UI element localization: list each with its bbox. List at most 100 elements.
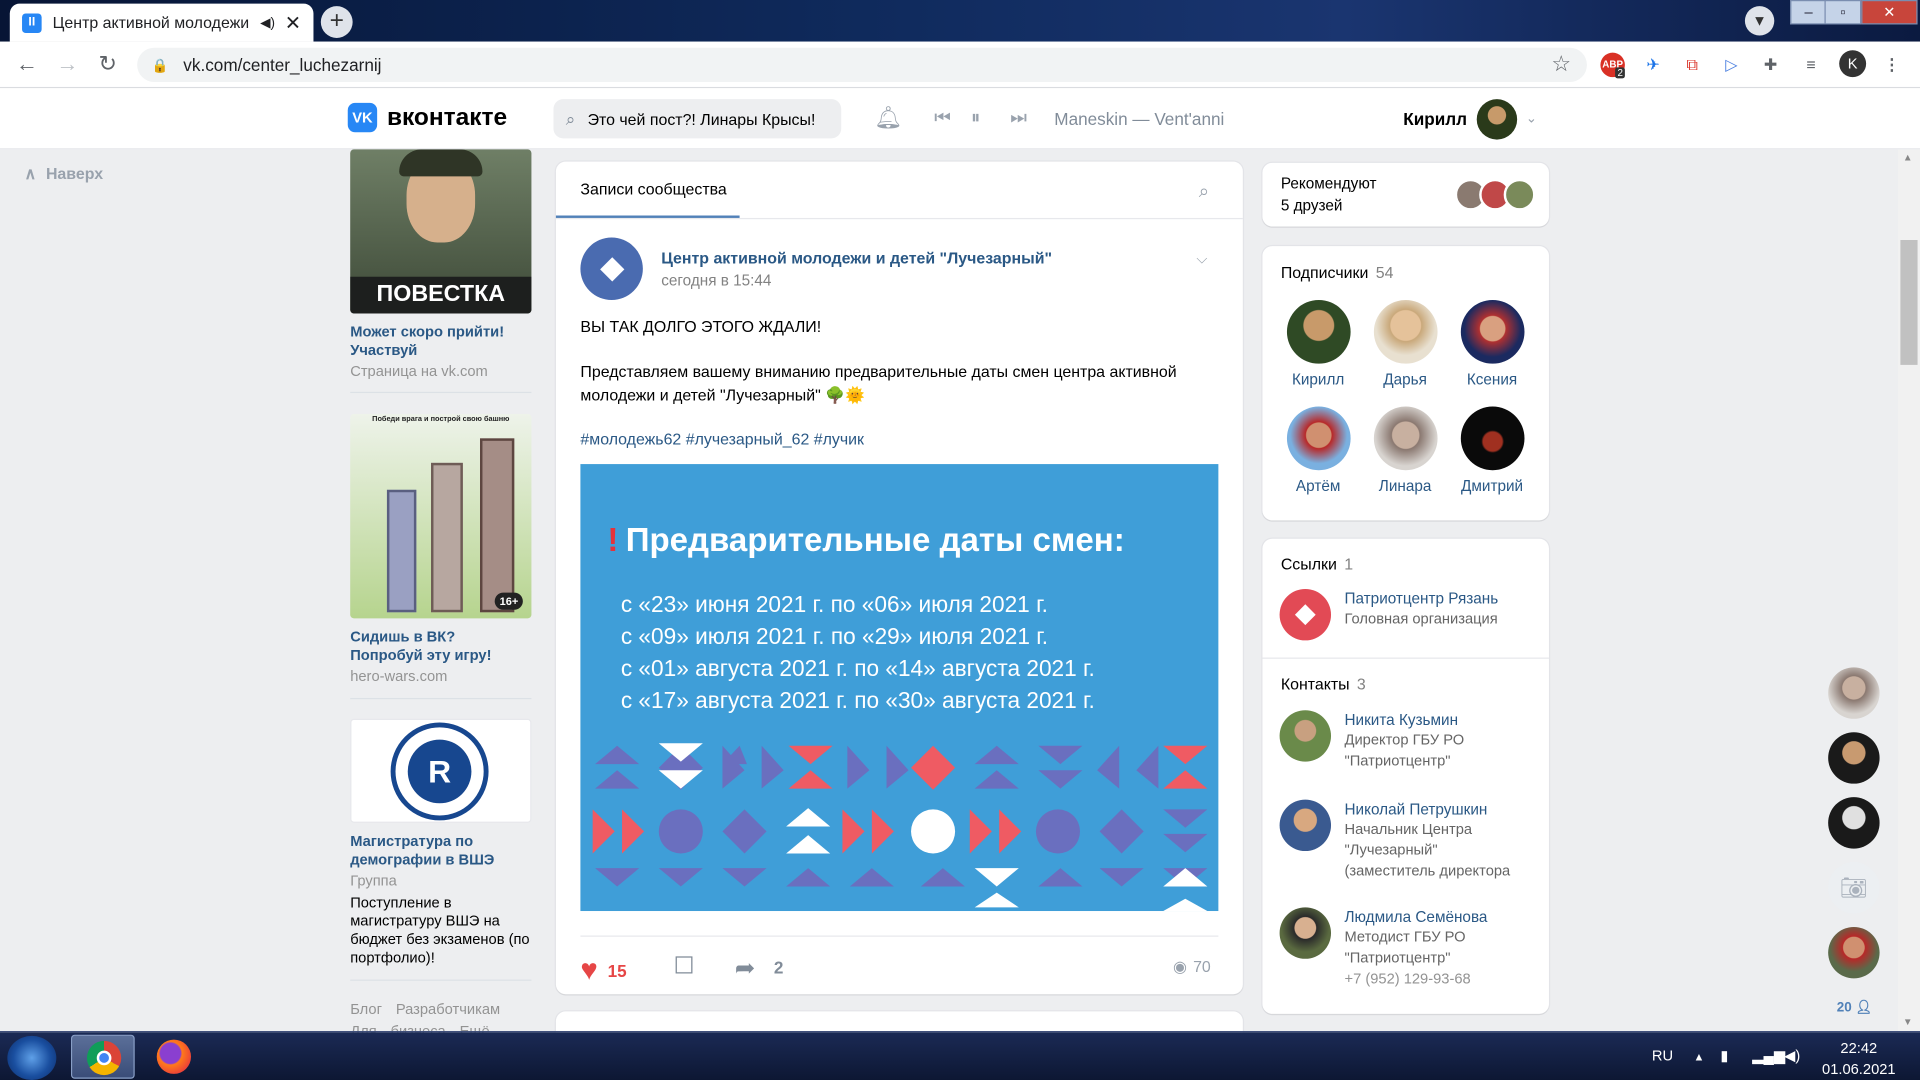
chat-bubble-avatar[interactable] — [1828, 732, 1880, 784]
vk-logo[interactable]: VK вконтакте — [347, 102, 507, 133]
ad-title[interactable]: Сидишь в ВК? Попробуй эту игру! — [350, 628, 531, 665]
reload-icon[interactable]: ↻ — [93, 51, 122, 77]
signal-tray-icon[interactable]: ▂▄▆ — [1752, 1047, 1785, 1064]
contact-item[interactable]: Николай Петрушкин Начальник Центра "Луче… — [1279, 799, 1537, 882]
profile-avatar[interactable]: K — [1839, 50, 1867, 78]
vk-favicon-icon: II — [22, 12, 42, 33]
media-controls-icon[interactable]: ≡ — [1799, 53, 1823, 77]
browser-tab[interactable]: II Центр активной молодежи ◀) ✕ — [9, 3, 314, 42]
ad-block-2[interactable]: Победи врага и построй свою башню 16+ Си… — [350, 413, 532, 684]
back-icon[interactable]: ← — [12, 51, 41, 77]
chrome-menu-icon[interactable]: ⋮ — [1880, 53, 1904, 77]
subscriber-name: Дарья — [1383, 371, 1427, 389]
taskbar-firefox-app[interactable] — [142, 1035, 206, 1079]
back-to-top-link[interactable]: ∧ Наверх — [24, 164, 103, 184]
tab-community-posts[interactable]: Записи сообщества — [580, 180, 726, 198]
firefox-icon — [156, 1039, 192, 1074]
vk-logo-icon: VK — [347, 102, 378, 133]
new-tab-button[interactable]: + — [320, 6, 353, 38]
lock-icon[interactable]: 🔒 — [152, 57, 169, 73]
pdf-extension-icon[interactable]: ⧉ — [1680, 53, 1704, 77]
contacts-header[interactable]: Контакты 3 — [1281, 675, 1366, 693]
ad-image-towers[interactable]: Победи врага и построй свою башню 16+ — [350, 413, 532, 619]
chevron-down-icon[interactable]: ⌄ — [1526, 110, 1537, 126]
group-avatar[interactable] — [580, 237, 643, 301]
contact-item[interactable]: Никита Кузьмин Директор ГБУ РО "Патриотц… — [1279, 710, 1537, 771]
user-name[interactable]: Кирилл — [1403, 109, 1467, 129]
subscriber-item[interactable]: Дарья — [1362, 300, 1449, 388]
subscriber-item[interactable]: Кирилл — [1275, 300, 1362, 388]
recommend-title: Рекомендуют — [1280, 175, 1377, 193]
group-name[interactable]: Центр активной молодежи и детей "Лучезар… — [661, 249, 1052, 267]
clock-time[interactable]: 22:42 — [1840, 1040, 1877, 1057]
recommend-block[interactable]: Рекомендуют 5 друзей — [1262, 162, 1549, 227]
next-track-icon[interactable]: ⏭︎ — [1010, 108, 1027, 129]
windows-start-button[interactable] — [7, 1035, 57, 1080]
like-button[interactable]: ♥ 15 — [580, 954, 626, 988]
scroll-up-arrow-icon[interactable]: ▲ — [1903, 152, 1913, 163]
subscriber-item[interactable]: Артём — [1275, 406, 1362, 495]
url-field[interactable]: 🔒 vk.com/center_luchezarnij — [137, 47, 1587, 83]
link-desc: Головная организация — [1344, 609, 1498, 627]
link-avatar — [1279, 588, 1332, 641]
post-text-line2: Представляем вашему вниманию предварител… — [580, 362, 1177, 405]
extensions-puzzle-icon[interactable]: ✚ — [1758, 53, 1782, 77]
chat-bubble-avatar[interactable] — [1828, 667, 1880, 719]
pause-icon[interactable]: ⏸︎ — [971, 108, 980, 129]
language-indicator[interactable]: RU — [1652, 1047, 1673, 1064]
subscriber-item[interactable]: Дмитрий — [1449, 406, 1536, 495]
scroll-down-arrow-icon[interactable]: ▼ — [1903, 1016, 1913, 1027]
minimize-button[interactable]: – — [1790, 0, 1827, 25]
chat-bubble-avatar[interactable] — [1828, 926, 1880, 979]
subscriber-item[interactable]: Линара — [1362, 406, 1449, 495]
play-extension-icon[interactable]: ▷ — [1719, 53, 1743, 77]
online-friends-counter[interactable]: 20 👤︎ — [1837, 999, 1873, 1015]
previous-track-icon[interactable]: ⏮︎ — [934, 108, 951, 129]
user-avatar[interactable] — [1476, 99, 1518, 140]
ad-block-3[interactable]: R Магистратура по демографии в ВШЭ Групп… — [350, 718, 532, 968]
scrollbar-thumb[interactable] — [1900, 240, 1918, 365]
now-playing-track[interactable]: Maneskin — Vent'anni — [1054, 109, 1224, 129]
tray-expand-icon[interactable]: ▲ — [1693, 1051, 1704, 1063]
chrome-menu-down-icon[interactable]: ▼ — [1744, 6, 1775, 36]
chat-bubble-avatar[interactable] — [1828, 797, 1880, 849]
bookmark-star-icon[interactable]: ☆ — [1551, 51, 1571, 77]
ad-title[interactable]: Магистратура по демографии в ВШЭ — [350, 833, 531, 870]
ad-image-soldiers[interactable]: ПОВЕСТКА — [350, 149, 532, 314]
subscribers-header[interactable]: Подписчики 54 — [1281, 263, 1394, 281]
chrome-icon — [86, 1040, 122, 1076]
search-input[interactable]: ⌕ Это чей пост?! Линары Крысы! — [553, 99, 842, 139]
bell-icon[interactable]: 🔔︎ — [874, 105, 902, 131]
forward-icon[interactable]: → — [53, 51, 82, 77]
taskbar-chrome-app[interactable] — [71, 1034, 135, 1079]
subscriber-name: Линара — [1378, 477, 1432, 495]
contact-item[interactable]: Людмила Семёнова Методист ГБУ РО "Патрио… — [1279, 907, 1537, 989]
window-close-button[interactable]: ✕ — [1861, 0, 1918, 25]
translate-extension-icon[interactable]: ✈ — [1641, 53, 1665, 77]
contact-name: Николай Петрушкин — [1344, 800, 1488, 818]
share-icon[interactable]: ➦ — [735, 953, 756, 984]
links-header[interactable]: Ссылки 1 — [1281, 555, 1353, 573]
ad-title[interactable]: Может скоро прийти! Участвуй — [350, 323, 531, 360]
ad-block-1[interactable]: ПОВЕСТКА Может скоро прийти! Участвуй Ст… — [350, 149, 532, 380]
comment-icon[interactable]: ☐ — [673, 953, 694, 981]
subscribers-count: 54 — [1375, 263, 1394, 282]
post-search-icon[interactable]: ⌕ — [1199, 181, 1209, 202]
subscriber-item[interactable]: Ксения — [1449, 300, 1536, 388]
divider — [350, 979, 532, 981]
camera-icon[interactable]: 📷︎ — [1828, 862, 1880, 914]
post-date[interactable]: сегодня в 15:44 — [661, 272, 771, 289]
tab-close-icon[interactable]: ✕ — [285, 10, 301, 34]
post-menu-chevron-icon[interactable]: ⌵ — [1196, 250, 1207, 268]
network-tray-icon[interactable]: ▮ — [1720, 1047, 1728, 1064]
link-item[interactable]: Патриотцентр Рязань Головная организация — [1279, 588, 1537, 641]
maximize-button[interactable]: ▫ — [1824, 0, 1862, 25]
post-hashtags[interactable]: #молодежь62 #лучезарный_62 #лучик — [580, 430, 864, 448]
chevron-up-icon: ∧ — [24, 164, 37, 183]
volume-tray-icon[interactable]: ◀) — [1784, 1047, 1800, 1064]
footer-links[interactable]: Блог Разработчикам — [350, 1000, 500, 1017]
ad-image-hse-logo[interactable]: R — [350, 718, 532, 823]
speaker-icon[interactable]: ◀) — [260, 15, 275, 31]
clock-date[interactable]: 01.06.2021 — [1822, 1060, 1896, 1077]
post-image[interactable]: ! Предварительные даты смен: с «23» июня … — [580, 464, 1219, 912]
